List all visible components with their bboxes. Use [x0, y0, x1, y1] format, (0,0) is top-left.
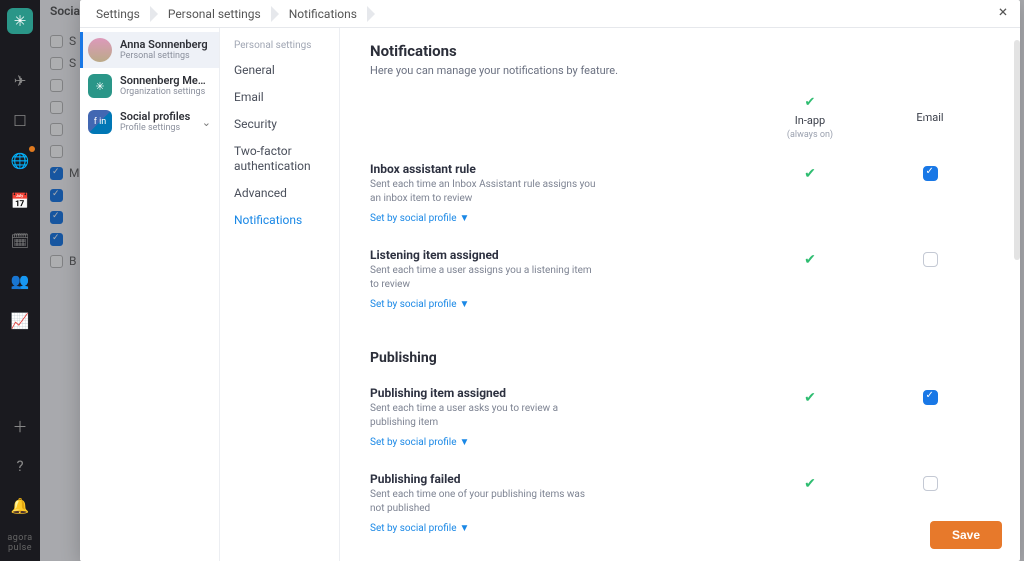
org-item-0[interactable]: Anna SonnenbergPersonal settings — [80, 32, 219, 68]
nav-item-email[interactable]: Email — [224, 84, 335, 111]
notif-desc: Sent each time one of your publishing it… — [370, 488, 600, 515]
notif-title: Inbox assistant rule — [370, 162, 750, 176]
check-icon: ✔ — [804, 476, 816, 492]
brand-label: agora pulse — [0, 533, 40, 561]
team-icon[interactable]: 👥 — [7, 268, 33, 294]
nav-item-security[interactable]: Security — [224, 111, 335, 138]
org-title: Social profiles — [120, 111, 190, 124]
avatar — [88, 38, 112, 62]
notif-desc: Sent each time a user asks you to review… — [370, 402, 600, 429]
email-checkbox[interactable] — [923, 166, 938, 181]
notification-row: Listening item assigned Sent each time a … — [370, 236, 990, 322]
check-icon: ✔ — [804, 390, 816, 406]
email-checkbox[interactable] — [923, 476, 938, 491]
org-sidebar: Anna SonnenbergPersonal settings ✳ Sonnenb… — [80, 28, 220, 561]
crumb-settings[interactable]: Settings — [86, 0, 158, 28]
caret-down-icon: ▼ — [460, 213, 470, 224]
scrollbar[interactable] — [1014, 40, 1020, 260]
save-button[interactable]: Save — [930, 521, 1002, 549]
nav-item-general[interactable]: General — [224, 57, 335, 84]
org-item-2[interactable]: f in Social profilesProfile settings ⌄ — [80, 104, 219, 140]
org-subtitle: Profile settings — [120, 123, 190, 133]
org-icon: ✳ — [88, 74, 112, 98]
app-rail: ✳ ✈ ☐ 🌐 📅 🗓 👥 📈 ＋ ? 🔔 agora pulse — [0, 0, 40, 561]
notification-row: Publishing item assigned Sent each time a… — [370, 374, 990, 460]
email-checkbox[interactable] — [923, 252, 938, 267]
check-icon: ✔ — [750, 95, 870, 110]
set-by-profile-link[interactable]: Set by social profile ▼ — [370, 213, 469, 224]
check-icon: ✔ — [804, 166, 816, 182]
check-icon: ✔ — [804, 252, 816, 268]
set-by-profile-link[interactable]: Set by social profile ▼ — [370, 437, 469, 448]
org-subtitle: Organization settings — [120, 87, 211, 97]
add-icon[interactable]: ＋ — [7, 413, 33, 439]
breadcrumb: Settings Personal settings Notifications… — [80, 0, 1020, 28]
notifications-panel: Notifications Here you can manage your n… — [340, 28, 1020, 561]
notif-title: Listening item assigned — [370, 248, 750, 262]
nav-item-advanced[interactable]: Advanced — [224, 180, 335, 207]
caret-down-icon: ▼ — [460, 437, 470, 448]
email-column: Email — [870, 111, 990, 124]
org-icon: f in — [88, 110, 112, 134]
settings-modal: Settings Personal settings Notifications… — [80, 0, 1020, 561]
settings-nav-heading: Personal settings — [224, 40, 335, 57]
crumb-notifications[interactable]: Notifications — [279, 0, 375, 28]
notification-row: Publishing failed Sent each time one of y… — [370, 460, 990, 546]
org-item-1[interactable]: ✳ Sonnenberg MediaOrganization settings — [80, 68, 219, 104]
app-logo-icon[interactable]: ✳ — [7, 8, 33, 34]
column-headers: ✔ In-app (always on) Email — [370, 95, 990, 140]
page-title: Notifications — [370, 42, 990, 60]
chevron-down-icon: ⌄ — [202, 116, 211, 129]
nav-item-notifications[interactable]: Notifications — [224, 207, 335, 234]
email-checkbox[interactable] — [923, 390, 938, 405]
bell-icon[interactable]: 🔔 — [7, 493, 33, 519]
listening-icon[interactable]: 🌐 — [7, 148, 33, 174]
settings-nav: Personal settings GeneralEmailSecurityTw… — [220, 28, 340, 561]
schedule-icon[interactable]: 🗓 — [7, 228, 33, 254]
notif-title: Publishing item assigned — [370, 386, 750, 400]
calendar-icon[interactable]: 📅 — [7, 188, 33, 214]
org-title: Sonnenberg Media — [120, 75, 211, 88]
reports-icon[interactable]: 📈 — [7, 308, 33, 334]
send-icon[interactable]: ✈ — [7, 68, 33, 94]
page-subtitle: Here you can manage your notifications b… — [370, 64, 990, 77]
inapp-column: ✔ In-app (always on) — [750, 95, 870, 140]
nav-item-two-factor-authentication[interactable]: Two-factor authentication — [224, 138, 335, 180]
notif-desc: Sent each time a user assigns you a list… — [370, 264, 600, 291]
org-title: Anna Sonnenberg — [120, 39, 208, 52]
close-icon[interactable]: × — [994, 4, 1012, 22]
notification-row: Inbox assistant rule Sent each time an In… — [370, 150, 990, 236]
help-icon[interactable]: ? — [7, 453, 33, 479]
caret-down-icon: ▼ — [460, 299, 470, 310]
set-by-profile-link[interactable]: Set by social profile ▼ — [370, 299, 469, 310]
caret-down-icon: ▼ — [460, 523, 470, 534]
crumb-personal[interactable]: Personal settings — [158, 0, 279, 28]
inbox-icon[interactable]: ☐ — [7, 108, 33, 134]
org-subtitle: Personal settings — [120, 51, 208, 61]
notif-title: Publishing failed — [370, 472, 750, 486]
set-by-profile-link[interactable]: Set by social profile ▼ — [370, 523, 469, 534]
publishing-heading: Publishing — [370, 350, 990, 366]
notif-desc: Sent each time an Inbox Assistant rule a… — [370, 178, 600, 205]
